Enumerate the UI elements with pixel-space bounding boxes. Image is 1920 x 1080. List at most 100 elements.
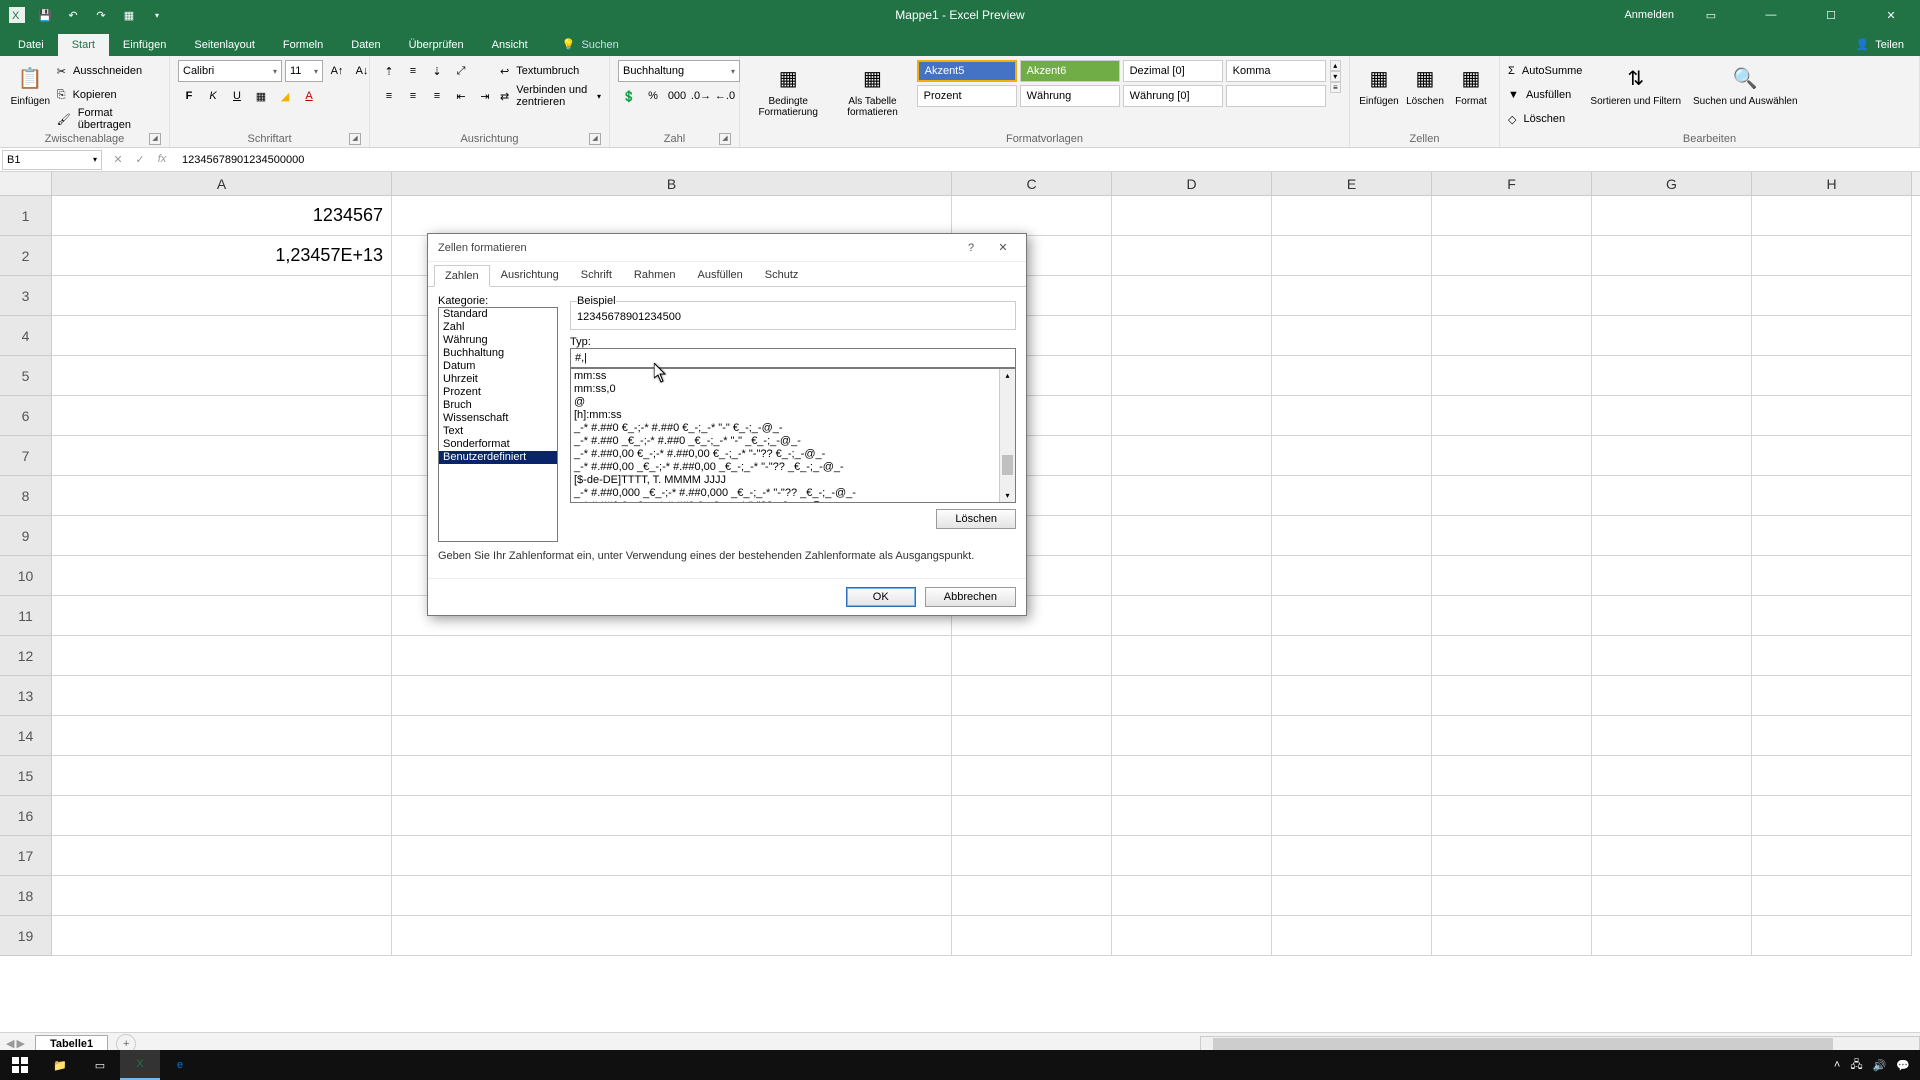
cell-D19[interactable] — [1112, 916, 1272, 956]
cell-A3[interactable] — [52, 276, 392, 316]
cell-F17[interactable] — [1432, 836, 1592, 876]
cell-D18[interactable] — [1112, 876, 1272, 916]
scroll-down-icon[interactable]: ▾ — [1000, 489, 1015, 502]
cell-B19[interactable] — [392, 916, 952, 956]
cell-D12[interactable] — [1112, 636, 1272, 676]
cell-E3[interactable] — [1272, 276, 1432, 316]
format-painter-button[interactable]: 🖌 Format übertragen — [57, 108, 161, 130]
row-header-10[interactable]: 10 — [0, 556, 52, 596]
cell-H10[interactable] — [1752, 556, 1912, 596]
italic-button[interactable]: K — [202, 85, 224, 107]
cell-C19[interactable] — [952, 916, 1112, 956]
cell-D11[interactable] — [1112, 596, 1272, 636]
type-option[interactable]: @ — [574, 396, 1012, 409]
category-item[interactable]: Text — [439, 425, 557, 438]
cell-C15[interactable] — [952, 756, 1112, 796]
autosum-button[interactable]: Σ AutoSumme — [1508, 60, 1582, 82]
row-header-8[interactable]: 8 — [0, 476, 52, 516]
row-header-2[interactable]: 2 — [0, 236, 52, 276]
tray-chevron-icon[interactable]: ˄ — [1834, 1059, 1840, 1071]
cell-E14[interactable] — [1272, 716, 1432, 756]
cell-B16[interactable] — [392, 796, 952, 836]
cell-F18[interactable] — [1432, 876, 1592, 916]
cell-D1[interactable] — [1112, 196, 1272, 236]
sort-filter-button[interactable]: ⇅Sortieren und Filtern — [1586, 60, 1685, 109]
scroll-thumb[interactable] — [1002, 455, 1013, 475]
conditional-formatting-button[interactable]: ▦Bedingte Formatierung — [748, 60, 828, 120]
cell-C14[interactable] — [952, 716, 1112, 756]
tab-start[interactable]: Start — [58, 34, 109, 56]
cell-A14[interactable] — [52, 716, 392, 756]
cell-A17[interactable] — [52, 836, 392, 876]
type-option[interactable]: _-* #.##0 _€_-;-* #.##0 _€_-;_-* "-" _€_… — [574, 435, 1012, 448]
cell-A9[interactable] — [52, 516, 392, 556]
cell-D8[interactable] — [1112, 476, 1272, 516]
clipboard-launcher[interactable]: ◢ — [149, 133, 161, 145]
fx-icon[interactable]: fx — [152, 153, 172, 166]
touch-mode-icon[interactable]: ▦ — [118, 4, 140, 26]
row-header-18[interactable]: 18 — [0, 876, 52, 916]
indent-decrease-icon[interactable]: ⇤ — [450, 85, 472, 107]
tab-nav-prev-icon[interactable]: ◀ — [6, 1037, 14, 1050]
cell-F4[interactable] — [1432, 316, 1592, 356]
task-view-icon[interactable]: ▭ — [80, 1050, 120, 1080]
align-middle-icon[interactable]: ≡ — [402, 60, 424, 82]
cell-D7[interactable] — [1112, 436, 1272, 476]
cell-A4[interactable] — [52, 316, 392, 356]
cell-D3[interactable] — [1112, 276, 1272, 316]
cell-G7[interactable] — [1592, 436, 1752, 476]
cell-F15[interactable] — [1432, 756, 1592, 796]
cell-A1[interactable]: 1234567 — [52, 196, 392, 236]
style-akzent5[interactable]: Akzent5 — [917, 60, 1017, 82]
col-header-C[interactable]: C — [952, 172, 1112, 195]
start-button[interactable] — [0, 1050, 40, 1080]
scroll-up-icon[interactable]: ▴ — [1000, 369, 1015, 382]
cell-G13[interactable] — [1592, 676, 1752, 716]
dlg-tab-zahlen[interactable]: Zahlen — [434, 265, 490, 287]
type-option[interactable]: mm:ss — [574, 370, 1012, 383]
select-all-corner[interactable] — [0, 172, 52, 195]
dlg-tab-rahmen[interactable]: Rahmen — [623, 264, 687, 286]
cell-B17[interactable] — [392, 836, 952, 876]
underline-button[interactable]: U — [226, 85, 248, 107]
cell-G16[interactable] — [1592, 796, 1752, 836]
style-dezimal[interactable]: Dezimal [0] — [1123, 60, 1223, 82]
cell-E2[interactable] — [1272, 236, 1432, 276]
fill-color-button[interactable]: ◢ — [274, 85, 296, 107]
tab-nav-next-icon[interactable]: ▶ — [16, 1037, 24, 1050]
cell-H3[interactable] — [1752, 276, 1912, 316]
cell-E16[interactable] — [1272, 796, 1432, 836]
cell-E4[interactable] — [1272, 316, 1432, 356]
cell-E18[interactable] — [1272, 876, 1432, 916]
tab-formulas[interactable]: Formeln — [269, 34, 337, 56]
percent-format-icon[interactable]: % — [642, 85, 664, 107]
col-header-H[interactable]: H — [1752, 172, 1912, 195]
cell-H9[interactable] — [1752, 516, 1912, 556]
tab-view[interactable]: Ansicht — [478, 34, 542, 56]
cell-H16[interactable] — [1752, 796, 1912, 836]
cell-G17[interactable] — [1592, 836, 1752, 876]
format-as-table-button[interactable]: ▦Als Tabelle formatieren — [832, 60, 912, 120]
cell-H1[interactable] — [1752, 196, 1912, 236]
row-header-15[interactable]: 15 — [0, 756, 52, 796]
share-button[interactable]: 👤 Teilen — [1840, 33, 1920, 56]
row-header-5[interactable]: 5 — [0, 356, 52, 396]
save-icon[interactable]: 💾 — [34, 4, 56, 26]
cell-E10[interactable] — [1272, 556, 1432, 596]
font-name-input[interactable] — [183, 65, 269, 77]
type-option[interactable]: mm:ss,0 — [574, 383, 1012, 396]
cell-E19[interactable] — [1272, 916, 1432, 956]
cell-C17[interactable] — [952, 836, 1112, 876]
cell-H12[interactable] — [1752, 636, 1912, 676]
cell-F3[interactable] — [1432, 276, 1592, 316]
delete-format-button[interactable]: Löschen — [936, 509, 1016, 529]
cell-D10[interactable] — [1112, 556, 1272, 596]
row-header-4[interactable]: 4 — [0, 316, 52, 356]
increase-font-icon[interactable]: A↑ — [326, 60, 348, 82]
ribbon-options-icon[interactable]: ▭ — [1688, 0, 1734, 30]
dlg-tab-ausrichtung[interactable]: Ausrichtung — [490, 264, 570, 286]
cell-A7[interactable] — [52, 436, 392, 476]
number-format-combo[interactable]: ▾ — [618, 60, 740, 82]
cell-F1[interactable] — [1432, 196, 1592, 236]
cell-G1[interactable] — [1592, 196, 1752, 236]
